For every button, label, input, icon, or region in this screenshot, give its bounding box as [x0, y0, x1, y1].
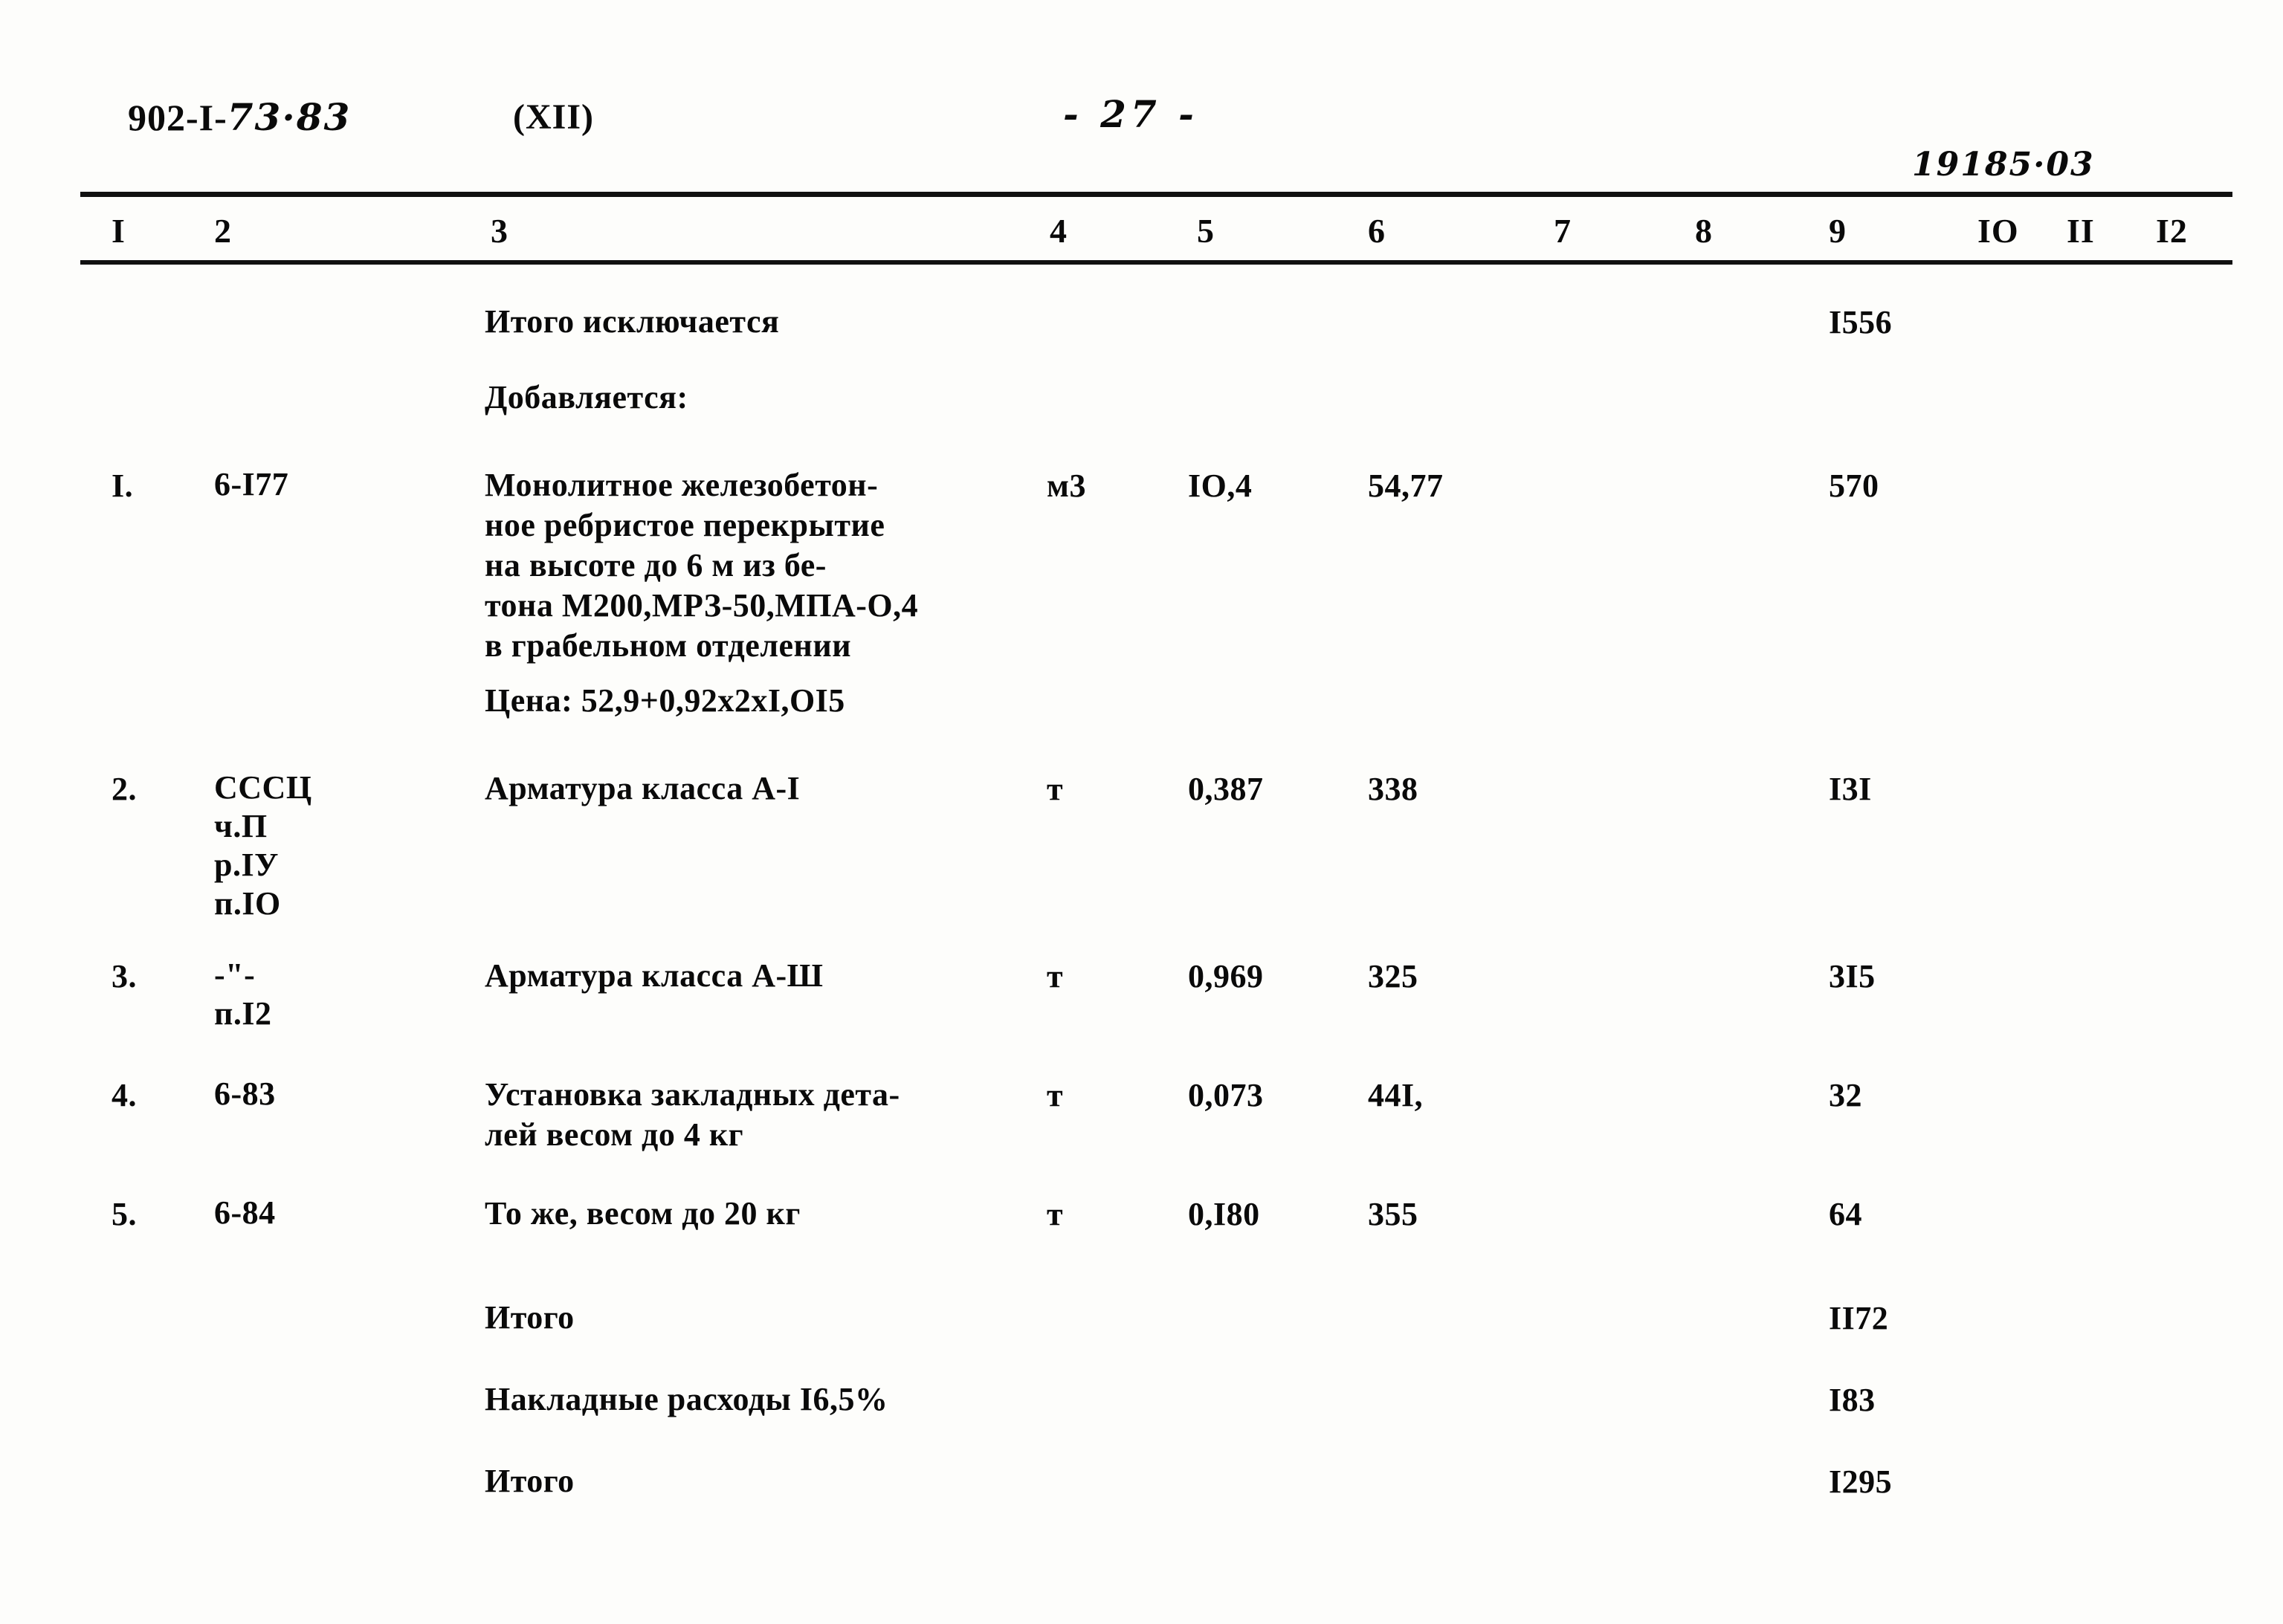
row-quantity-cell: IO,4 — [1188, 468, 1253, 504]
row-total-cell: I83 — [1829, 1382, 1876, 1418]
row-description-cell: Арматура класса А-Ш — [485, 957, 824, 994]
document-code: 902-I-73·83 — [128, 95, 351, 139]
column-header-5: 5 — [1197, 212, 1215, 250]
row-unit-cell: т — [1047, 1077, 1064, 1113]
table-top-rule — [80, 192, 2232, 197]
row-description-cell: Добавляется: — [485, 379, 688, 415]
row-index-cell: I. — [112, 468, 134, 504]
row-index-cell: 5. — [112, 1196, 137, 1232]
row-price-cell: 355 — [1368, 1196, 1418, 1232]
row-description-cell: Итого исключается — [485, 303, 780, 340]
column-header-2: 2 — [214, 212, 232, 250]
row-quantity-cell: 0,073 — [1188, 1077, 1264, 1113]
column-header-11: II — [2067, 212, 2095, 250]
row-code-cell: СССЦ ч.П р.IУ п.IO — [214, 769, 312, 922]
row-description-cell: То же, весом до 20 кг — [485, 1195, 801, 1232]
row-total-cell: I556 — [1829, 304, 1893, 340]
row-price-cell: 54,77 — [1368, 468, 1444, 504]
column-header-10: IO — [1977, 212, 2019, 250]
row-code-cell: 6-84 — [214, 1194, 276, 1231]
column-header-12: I2 — [2156, 212, 2188, 250]
document-code-handwritten: 73·83 — [227, 95, 352, 139]
row-total-cell: 32 — [1829, 1077, 1862, 1113]
column-header-6: 6 — [1368, 212, 1386, 250]
row-unit-cell: т — [1047, 1196, 1064, 1232]
row-description-cell: Монолитное железобетон- ное ребристое пе… — [485, 467, 919, 664]
row-total-cell: 570 — [1829, 468, 1879, 504]
row-code-cell: -"- п.I2 — [214, 957, 272, 1032]
row-total-cell: 64 — [1829, 1196, 1862, 1232]
row-description-cell: Арматура класса А-I — [485, 770, 801, 806]
row-total-cell: I295 — [1829, 1463, 1893, 1500]
row-unit-cell: т — [1047, 771, 1064, 807]
row-description-cell: Накладные расходы I6,5% — [485, 1381, 888, 1417]
row-total-cell: II72 — [1829, 1300, 1889, 1336]
page-header: 902-I-73·83 (XII) - 27 - — [0, 92, 2283, 147]
row-description-cell: Итого — [485, 1299, 575, 1336]
column-header-9: 9 — [1829, 212, 1847, 250]
row-unit-cell: м3 — [1047, 468, 1086, 504]
row-quantity-cell: 0,387 — [1188, 771, 1264, 807]
row-total-cell: I3I — [1829, 771, 1872, 807]
row-price-cell: 338 — [1368, 771, 1418, 807]
document-part-label: (XII) — [513, 97, 594, 137]
row-total-cell: 3I5 — [1829, 958, 1876, 994]
page-number: - 27 - — [1063, 92, 1198, 136]
row-index-cell: 3. — [112, 958, 137, 994]
row-quantity-cell: 0,969 — [1188, 958, 1264, 994]
column-header-3: 3 — [491, 212, 508, 250]
row-code-cell: 6-I77 — [214, 466, 289, 502]
column-header-8: 8 — [1695, 212, 1713, 250]
column-header-7: 7 — [1554, 212, 1572, 250]
document-code-prefix: 902-I- — [128, 97, 227, 138]
column-header-4: 4 — [1050, 212, 1068, 250]
row-description-cell: Цена: 52,9+0,92х2хI,OI5 — [485, 682, 845, 719]
row-code-cell: 6-83 — [214, 1075, 276, 1112]
row-description-cell: Итого — [485, 1463, 575, 1499]
document-page: 902-I-73·83 (XII) - 27 - 19185·03 I23456… — [0, 0, 2283, 1624]
stamp-number-annotation: 19185·03 — [1912, 146, 2095, 184]
row-unit-cell: т — [1047, 958, 1064, 994]
row-price-cell: 325 — [1368, 958, 1418, 994]
column-header-1: I — [112, 212, 126, 250]
row-description-cell: Установка закладных дета- лей весом до 4… — [485, 1076, 900, 1153]
table-header-rule — [80, 260, 2232, 265]
row-index-cell: 2. — [112, 771, 137, 807]
row-quantity-cell: 0,I80 — [1188, 1196, 1260, 1232]
row-index-cell: 4. — [112, 1077, 137, 1113]
row-price-cell: 44I, — [1368, 1077, 1424, 1113]
